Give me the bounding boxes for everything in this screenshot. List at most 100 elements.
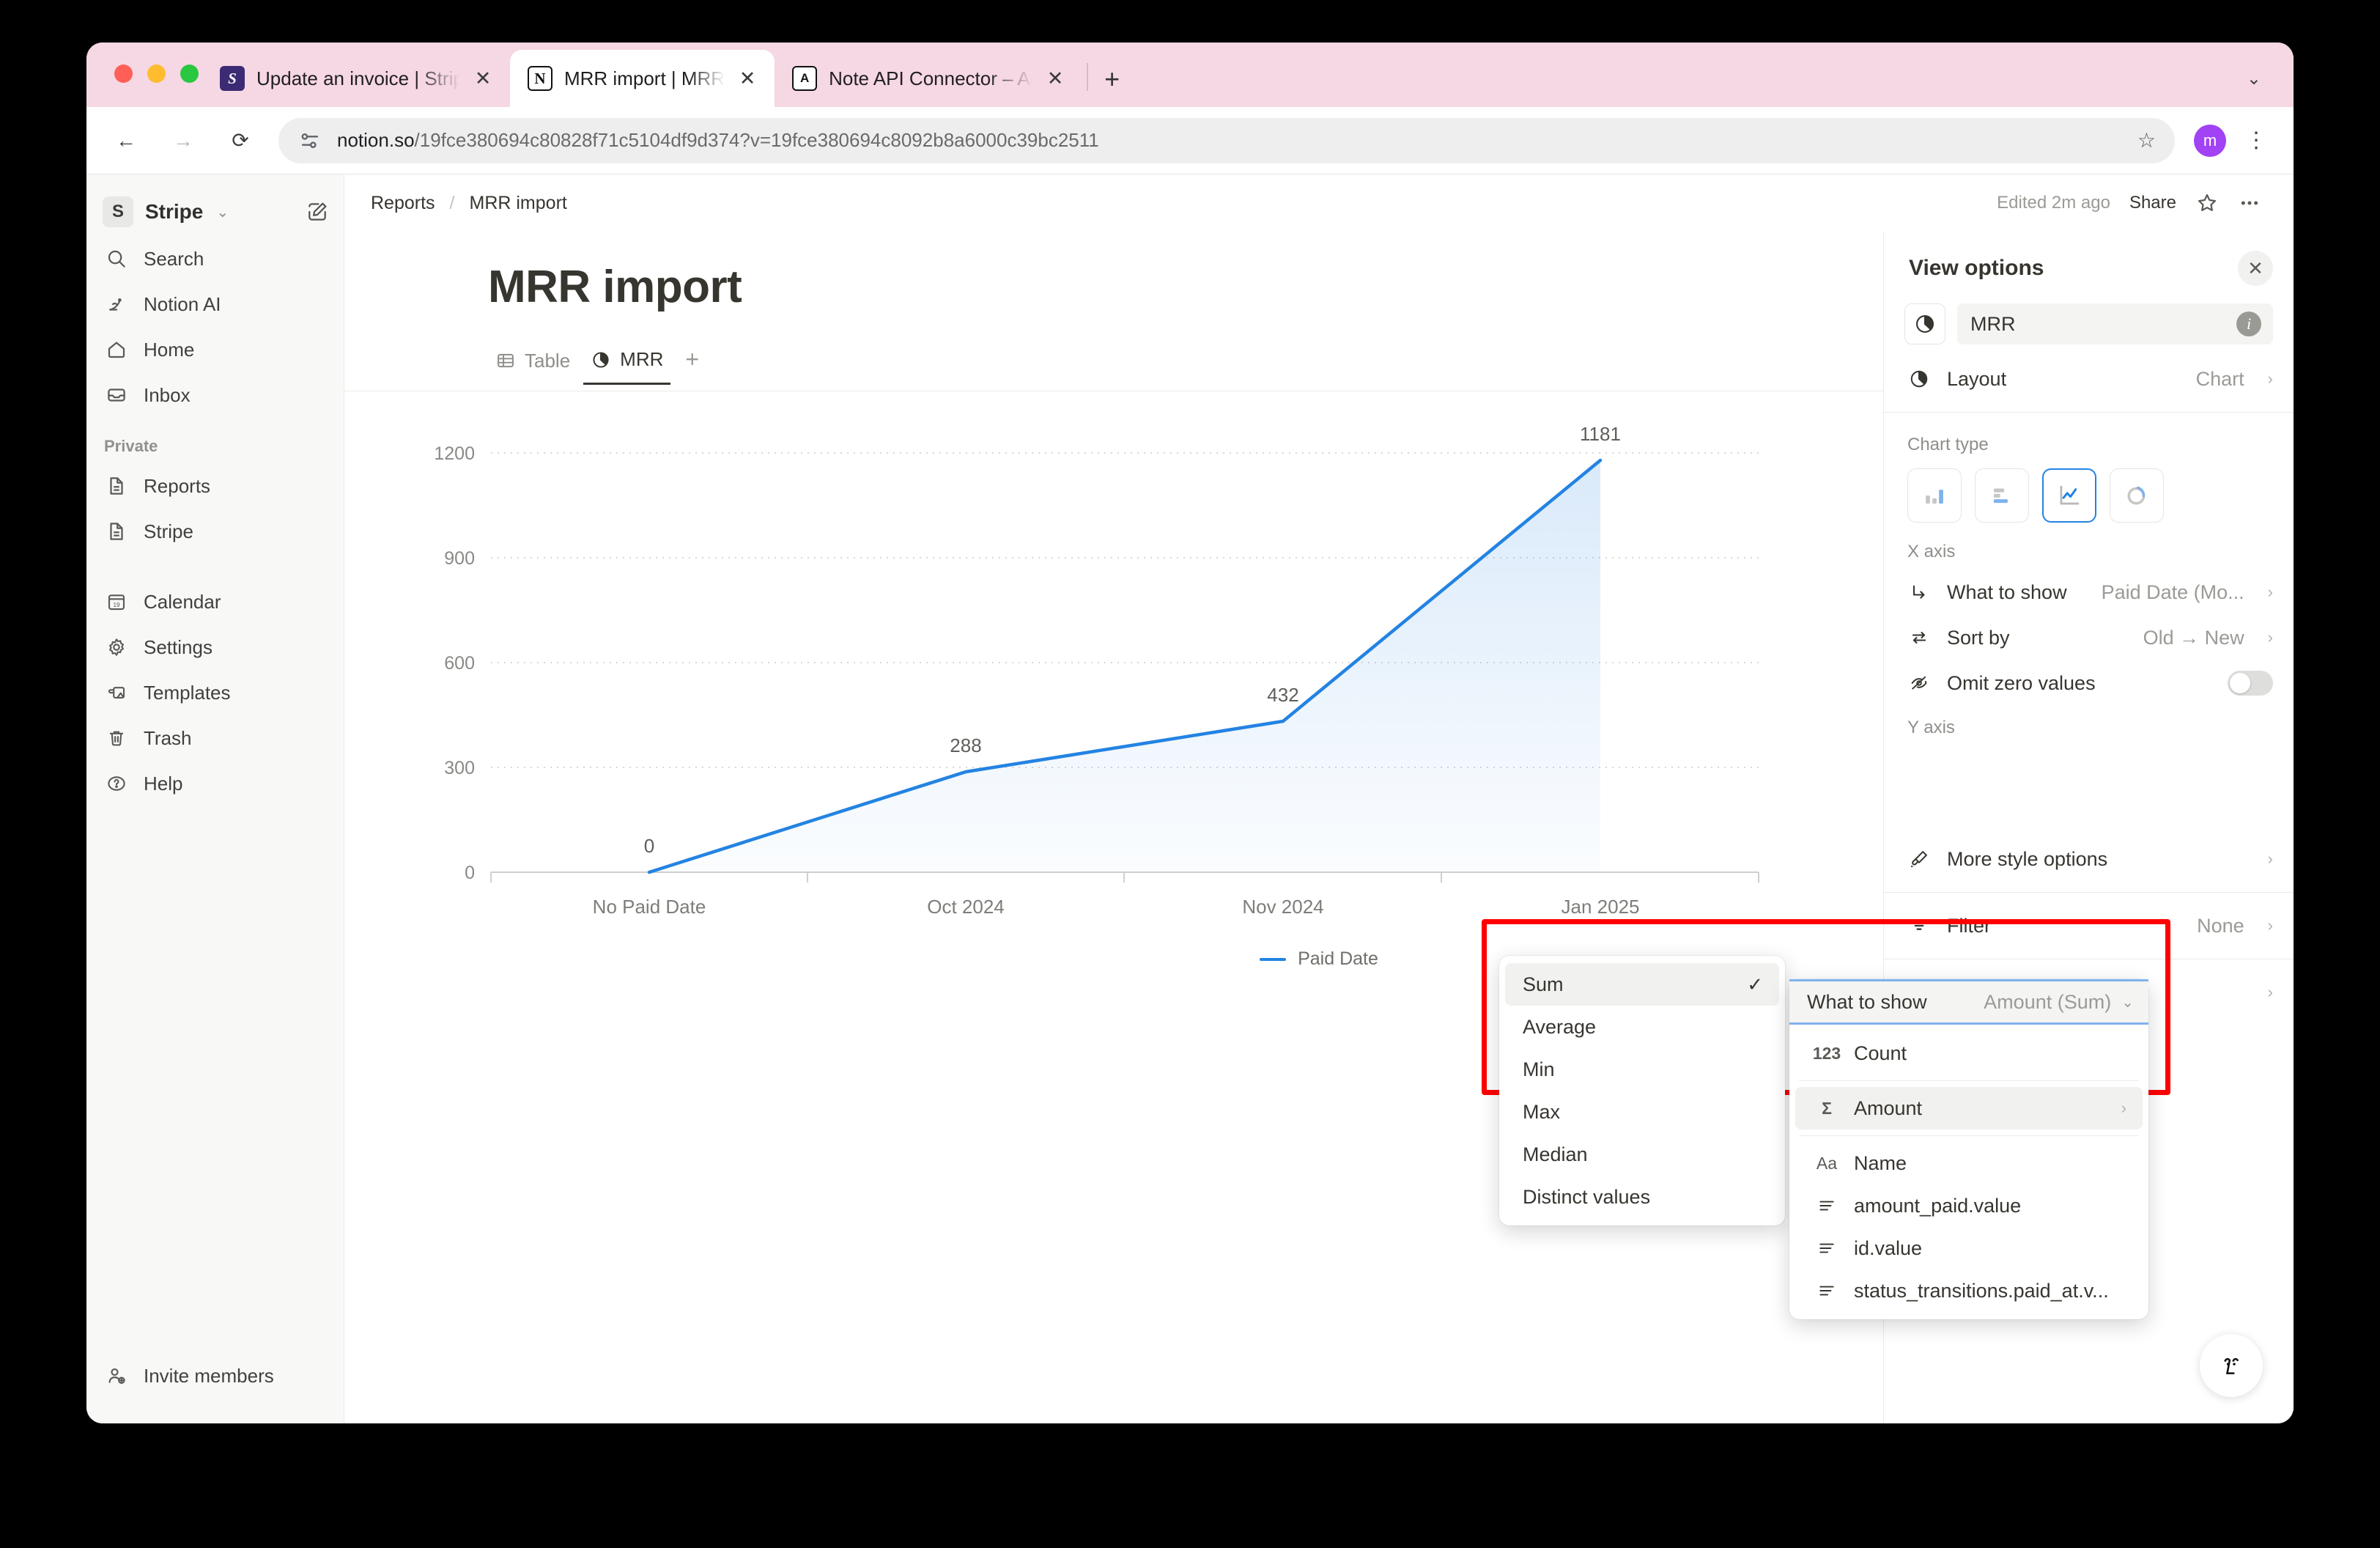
info-icon[interactable]: i	[2236, 312, 2261, 336]
browser-tab-stripe[interactable]: S Update an invoice | Stripe API ✕	[202, 50, 510, 107]
forward-button[interactable]: →	[164, 122, 202, 160]
sidebar-item-settings[interactable]: Settings	[86, 624, 344, 670]
close-icon[interactable]: ✕	[2238, 251, 2273, 286]
address-bar[interactable]: notion.so/19fce380694c80828f71c5104df9d3…	[278, 117, 2175, 163]
tab-mrr[interactable]: MRR	[583, 344, 671, 385]
chart-point-label: 288	[950, 734, 981, 756]
omit-zero-values-toggle[interactable]	[2228, 671, 2273, 696]
y-axis-property-menu: What to show Amount (Sum) ⌄ 123 Count Σ …	[1789, 979, 2148, 1319]
profile-avatar[interactable]: m	[2194, 124, 2226, 157]
y-tick-label: 900	[444, 548, 475, 569]
y-tick-label: 0	[465, 863, 475, 883]
sidebar-item-inbox[interactable]: Inbox	[86, 372, 344, 418]
reload-button[interactable]: ⟳	[221, 122, 259, 160]
new-tab-button[interactable]: +	[1093, 66, 1131, 107]
sidebar-item-trash[interactable]: Trash	[86, 715, 344, 761]
url-text: notion.so/19fce380694c80828f71c5104df9d3…	[337, 129, 1099, 152]
add-view-button[interactable]: +	[676, 346, 708, 383]
sidebar-item-label: Templates	[144, 681, 231, 704]
aggregation-option-distinct-values[interactable]: Distinct values	[1505, 1176, 1779, 1218]
x-tick-label: Nov 2024	[1242, 896, 1323, 918]
breadcrumb-mrr-import[interactable]: MRR import	[470, 193, 567, 214]
donut-chart-icon[interactable]	[2110, 468, 2164, 523]
chevron-down-icon: ⌄	[2121, 994, 2134, 1011]
maximize-window-button[interactable]	[180, 64, 199, 83]
bar-chart-icon[interactable]	[1975, 468, 2029, 523]
site-settings-icon[interactable]	[298, 128, 322, 153]
workspace-avatar: S	[103, 196, 133, 227]
arrow-corner-icon	[1906, 582, 1932, 602]
star-icon[interactable]	[2195, 191, 2219, 215]
aggregation-option-average[interactable]: Average	[1505, 1006, 1779, 1048]
search-icon	[104, 246, 129, 271]
browser-tab-notion[interactable]: N MRR import | MRR ✕	[510, 50, 775, 107]
property-option-amount[interactable]: Σ Amount ›	[1795, 1087, 2143, 1129]
close-icon[interactable]: ✕	[736, 68, 758, 89]
chevron-right-icon: ›	[2121, 1099, 2126, 1117]
chart-icon[interactable]	[1904, 303, 1945, 344]
more-style-options-row[interactable]: More style options ›	[1884, 836, 2294, 882]
aggregation-option-sum[interactable]: Sum ✓	[1505, 963, 1779, 1006]
notion-face-icon[interactable]	[2200, 1334, 2263, 1397]
browser-tab-app[interactable]: A Note API Connector – App ✕	[775, 50, 1082, 107]
x-axis-sort-by-row[interactable]: Sort by Old → New ›	[1884, 615, 2294, 660]
property-option-name[interactable]: Aa Name	[1795, 1142, 2143, 1184]
property-option-amount-paid-value[interactable]: amount_paid.value	[1795, 1184, 2143, 1227]
sidebar-item-home[interactable]: Home	[86, 327, 344, 372]
filter-row[interactable]: Filter None ›	[1884, 903, 2294, 948]
chart-point-label: 432	[1267, 684, 1298, 706]
share-button[interactable]: Share	[2129, 193, 2176, 213]
sidebar-item-invite-members[interactable]: Invite members	[86, 1353, 344, 1398]
layout-row[interactable]: Layout Chart ›	[1884, 356, 2294, 402]
layout-label: Layout	[1947, 367, 2007, 390]
sidebar-item-stripe[interactable]: Stripe	[86, 509, 344, 554]
chevron-down-icon[interactable]: ⌄	[2247, 68, 2261, 89]
line-chart-icon[interactable]	[2042, 468, 2096, 523]
sidebar-item-reports[interactable]: Reports	[86, 463, 344, 509]
workspace-switcher[interactable]: S Stripe ⌄	[86, 188, 344, 236]
sidebar-item-templates[interactable]: Templates	[86, 670, 344, 715]
eye-off-icon	[1906, 673, 1932, 693]
sidebar-item-help[interactable]: Help	[86, 761, 344, 806]
more-horizontal-icon[interactable]	[2238, 191, 2261, 215]
y-axis-what-to-show-row[interactable]: What to show Amount (Sum) ⌄	[1789, 979, 2148, 1025]
tab-divider	[1087, 63, 1089, 91]
aggregation-option-min[interactable]: Min	[1505, 1048, 1779, 1091]
close-window-button[interactable]	[114, 64, 133, 83]
lines-icon	[1813, 1239, 1841, 1258]
sidebar-item-search[interactable]: Search	[86, 236, 344, 281]
x-axis-what-to-show-row[interactable]: What to show Paid Date (Mo... ›	[1884, 570, 2294, 615]
y-tick-label: 600	[444, 653, 475, 674]
close-icon[interactable]: ✕	[1044, 68, 1066, 89]
chevron-right-icon: ›	[2267, 849, 2273, 868]
url-path: /19fce380694c80828f71c5104df9d374?v=19fc…	[414, 129, 1099, 151]
property-option-count[interactable]: 123 Count	[1795, 1032, 2143, 1075]
aggregation-option-median[interactable]: Median	[1505, 1133, 1779, 1176]
breadcrumb-reports[interactable]: Reports	[371, 193, 435, 214]
sidebar-section-private: Private	[104, 437, 158, 455]
sidebar-item-label: Settings	[144, 635, 212, 658]
back-button[interactable]: ←	[107, 122, 145, 160]
compose-icon[interactable]	[306, 200, 329, 224]
tab-table[interactable]: Table	[488, 345, 577, 384]
view-name-input[interactable]: MRR i	[1957, 303, 2273, 344]
close-icon[interactable]: ✕	[472, 68, 494, 89]
property-option-status-transitions-paid-at[interactable]: status_transitions.paid_at.v...	[1795, 1269, 2143, 1312]
sidebar-item-calendar[interactable]: 19 Calendar	[86, 579, 344, 624]
x-tick-label: No Paid Date	[593, 896, 706, 918]
menu-item-label: Name	[1854, 1151, 1907, 1174]
filter-value: None	[2197, 914, 2244, 937]
aggregation-option-max[interactable]: Max	[1505, 1091, 1779, 1133]
browser-menu-icon[interactable]: ⋮	[2245, 129, 2267, 151]
check-icon: ✓	[1747, 973, 1763, 995]
minimize-window-button[interactable]	[147, 64, 166, 83]
calendar-icon: 19	[104, 589, 129, 614]
property-option-id-value[interactable]: id.value	[1795, 1227, 2143, 1269]
omit-zero-values-label: Omit zero values	[1947, 671, 2096, 694]
chart-type-picker	[1884, 462, 2294, 530]
view-name-row: MRR i	[1884, 298, 2294, 356]
sidebar-item-notion-ai[interactable]: Notion AI	[86, 281, 344, 327]
omit-zero-values-row[interactable]: Omit zero values	[1884, 660, 2294, 706]
bookmark-star-icon[interactable]: ☆	[2137, 128, 2156, 152]
column-chart-icon[interactable]	[1907, 468, 1962, 523]
